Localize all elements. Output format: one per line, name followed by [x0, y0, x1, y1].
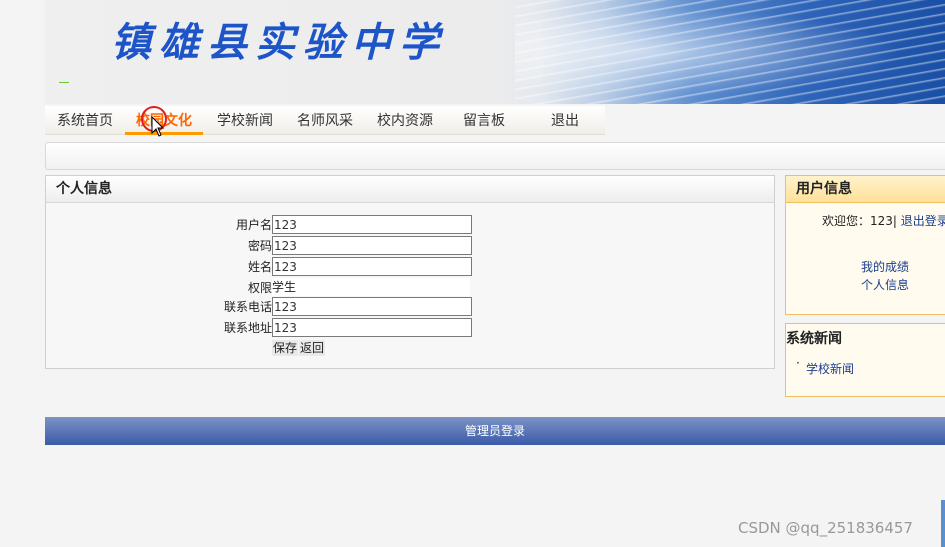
system-news-box: 系统新闻 · 学校新闻 [785, 323, 945, 397]
phone-label: 联系电话 [223, 300, 272, 314]
welcome-prefix: 欢迎您： [822, 214, 871, 228]
banner-dash [59, 82, 69, 83]
profile-panel: 个人信息 用户名 密码 姓名 权限 学生 联系电话 联系地址 保存 返回 [45, 175, 775, 369]
personal-info-link[interactable]: 个人信息 [861, 276, 909, 293]
password-input[interactable] [272, 236, 472, 255]
password-label: 密码 [247, 239, 272, 253]
admin-login-bar[interactable]: 管理员登录 [45, 417, 945, 445]
bullet-icon: · [796, 356, 800, 370]
welcome-separator: | [892, 214, 897, 228]
save-button[interactable]: 保存 [272, 340, 299, 356]
nav-item-school-news[interactable]: 学校新闻 [217, 110, 273, 132]
back-button[interactable]: 返回 [299, 340, 326, 356]
system-news-title: 系统新闻 [786, 331, 842, 347]
sub-bar [45, 142, 945, 170]
banner-decoration [515, 0, 945, 104]
user-info-box: 用户信息 欢迎您：123| 退出登录 我的成绩 个人信息 [785, 175, 945, 315]
edge-decoration [941, 500, 945, 547]
name-label: 姓名 [247, 260, 272, 274]
page: 镇雄县实验中学 系统首页 校园文化 学校新闻 名师风采 校内资源 留言板 退出 … [0, 0, 945, 547]
nav-item-teachers[interactable]: 名师风采 [297, 110, 353, 132]
role-value: 学生 [272, 278, 470, 296]
current-username: 123 [870, 214, 893, 228]
logout-link[interactable]: 退出登录 [901, 214, 945, 228]
school-news-link[interactable]: 学校新闻 [806, 362, 854, 376]
news-list-item: · 学校新闻 [796, 356, 854, 377]
nav-item-message-board[interactable]: 留言板 [463, 110, 505, 132]
nav-item-home[interactable]: 系统首页 [57, 110, 113, 132]
role-label: 权限 [247, 281, 272, 295]
my-scores-link[interactable]: 我的成绩 [861, 258, 909, 275]
watermark: CSDN @qq_251836457 [738, 519, 913, 537]
mouse-pointer-icon [151, 116, 165, 137]
site-banner: 镇雄县实验中学 [45, 0, 945, 104]
address-label: 联系地址 [223, 321, 272, 335]
name-input[interactable] [272, 257, 472, 276]
profile-title: 个人信息 [46, 176, 774, 203]
welcome-line: 欢迎您：123| 退出登录 [822, 212, 945, 229]
phone-input[interactable] [272, 297, 472, 316]
address-input[interactable] [272, 318, 472, 337]
nav-item-logout[interactable]: 退出 [550, 110, 580, 132]
main-nav: 系统首页 校园文化 学校新闻 名师风采 校内资源 留言板 退出 [45, 106, 605, 135]
username-label: 用户名 [235, 218, 272, 232]
user-info-title: 用户信息 [786, 176, 945, 203]
nav-item-resources[interactable]: 校内资源 [377, 110, 433, 132]
username-input[interactable] [272, 215, 472, 234]
site-title: 镇雄县实验中学 [111, 19, 447, 66]
